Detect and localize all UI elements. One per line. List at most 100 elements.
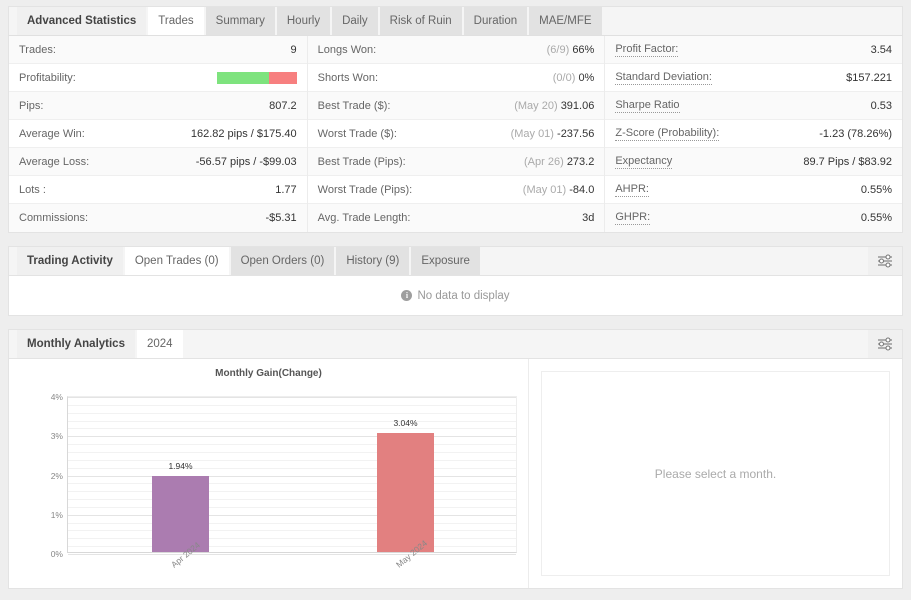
chart-gridline-minor	[68, 546, 516, 548]
chart-gridline-minor	[68, 428, 516, 430]
stats-row-label: Worst Trade (Pips):	[317, 183, 413, 196]
stats-row-value: 807.2	[269, 99, 297, 112]
stats-row: Worst Trade (Pips): (May 01) -84.0	[307, 176, 605, 204]
chart-y-tick-label: 4%	[50, 392, 63, 402]
stats-row-label[interactable]: AHPR:	[615, 183, 649, 197]
chart-bar[interactable]: 3.04%	[377, 418, 434, 552]
profitability-win-segment	[216, 71, 270, 84]
chart-y-tick-label: 0%	[50, 549, 63, 559]
stats-row: Profitability:	[9, 64, 307, 92]
chart-gridline-major	[68, 554, 516, 555]
stats-row-value-note: (0/0)	[552, 71, 579, 84]
stats-panel-title: Advanced Statistics	[17, 7, 147, 35]
stats-row-value: (Apr 26) 273.2	[524, 155, 595, 168]
stats-column-0: Trades: 9 Profitability: Pips: 807.2 Average …	[9, 36, 307, 232]
stats-tab-2[interactable]: Hourly	[276, 7, 331, 35]
chart-gridline-minor	[68, 420, 516, 422]
stats-grid: Trades: 9 Profitability: Pips: 807.2 Average …	[8, 36, 903, 233]
stats-row-value: -1.23 (78.26%)	[819, 127, 893, 140]
stats-row: Worst Trade ($): (May 01) -237.56	[307, 120, 605, 148]
chart-title: Monthly Gain(Change)	[215, 368, 322, 379]
chart-gridline-minor	[68, 522, 516, 524]
stats-row-label[interactable]: Profit Factor:	[615, 43, 679, 57]
stats-row: Longs Won: (6/9) 66%	[307, 36, 605, 64]
stats-row-label: Longs Won:	[317, 43, 377, 56]
stats-row: Average Loss: -56.57 pips / -$99.03	[9, 148, 307, 176]
stats-row: Pips: 807.2	[9, 92, 307, 120]
stats-row-value: 0.53	[870, 99, 893, 112]
stats-row-label[interactable]: Z-Score (Probability):	[615, 127, 720, 141]
stats-row: Lots : 1.77	[9, 176, 307, 204]
activity-body: i No data to display	[8, 276, 903, 316]
stats-row-label: Worst Trade ($):	[317, 127, 397, 140]
stats-row-label: Avg. Trade Length:	[317, 212, 411, 224]
stats-row-value-note: (May 20)	[514, 99, 561, 112]
stats-row-label: Commissions:	[19, 212, 89, 224]
monthly-body: Monthly Gain(Change) 0% 1% 2% 3% 4% 1.94% Apr …	[8, 359, 903, 589]
activity-tab-1[interactable]: Open Orders (0)	[230, 247, 335, 275]
page-root: Advanced Statistics Trades Summary Hourly D…	[0, 0, 911, 600]
stats-row-value: 9	[290, 43, 297, 56]
activity-settings-button[interactable]	[868, 247, 902, 275]
activity-panel-title: Trading Activity	[17, 247, 123, 275]
stats-tab-3[interactable]: Daily	[332, 7, 378, 35]
monthly-settings-button[interactable]	[868, 330, 902, 358]
chart-bar[interactable]: 1.94%	[152, 461, 209, 552]
stats-tab-0[interactable]: Trades	[148, 7, 204, 35]
chart-gridline-minor	[68, 451, 516, 453]
chart-bar-value-label: 3.04%	[393, 417, 418, 428]
stats-row: Z-Score (Probability): -1.23 (78.26%)	[605, 120, 903, 148]
activity-tab-2[interactable]: History (9)	[336, 247, 410, 275]
stats-row-label: Shorts Won:	[317, 71, 378, 84]
chart-gridline-minor	[68, 506, 516, 508]
chart-gridline-minor	[68, 491, 516, 493]
monthly-analytics-panel: Monthly Analytics 2024 Monthly Gain(Chan…	[0, 316, 911, 589]
stats-tab-6[interactable]: MAE/MFE	[529, 7, 602, 35]
stats-row-label: Average Win:	[19, 127, 85, 140]
stats-row: Profit Factor: 3.54	[605, 36, 903, 64]
chart-bar-value-label: 1.94%	[168, 460, 193, 471]
chart-gridline-minor	[68, 444, 516, 446]
stats-row: Shorts Won: (0/0) 0%	[307, 64, 605, 92]
stats-row-value: (May 01) -237.56	[510, 127, 595, 140]
activity-tab-0[interactable]: Open Trades (0)	[124, 247, 229, 275]
stats-tab-4[interactable]: Risk of Ruin	[379, 7, 462, 35]
stats-row-label[interactable]: Sharpe Ratio	[615, 99, 680, 113]
stats-row-value-note: (May 01)	[510, 127, 558, 140]
trading-activity-panel: Trading Activity Open Trades (0) Open Ord…	[0, 233, 911, 316]
stats-row-label: Lots :	[19, 183, 46, 196]
stats-row-label: Pips:	[19, 99, 44, 112]
chart-gridline-major	[68, 514, 516, 516]
stats-row: Trades: 9	[9, 36, 307, 64]
activity-empty-state: i No data to display	[401, 289, 510, 302]
stats-row-value-note: (6/9)	[546, 43, 573, 56]
stats-row: Commissions: -$5.31	[9, 204, 307, 232]
stats-row-label[interactable]: Standard Deviation:	[615, 71, 712, 85]
stats-row-label[interactable]: GHPR:	[615, 211, 651, 225]
stats-row-value: 0.55%	[860, 212, 893, 224]
profitability-bar	[216, 71, 297, 84]
stats-row: Standard Deviation: $157.221	[605, 64, 903, 92]
stats-row-value: 0.55%	[860, 183, 893, 196]
monthly-tabbar: Monthly Analytics 2024	[8, 329, 903, 359]
stats-row-value: $157.221	[846, 71, 893, 84]
stats-column-1: Longs Won: (6/9) 66% Shorts Won: (0/0) 0% Be…	[306, 36, 605, 232]
activity-empty-label: No data to display	[417, 289, 510, 302]
monthly-tab-0[interactable]: 2024	[136, 330, 183, 358]
chart-y-tick-label: 2%	[50, 470, 63, 481]
stats-row-label: Trades:	[19, 43, 56, 56]
stats-row-value: 162.82 pips / $175.40	[190, 127, 297, 140]
chart-gridline-minor	[68, 530, 516, 532]
stats-tab-1[interactable]: Summary	[205, 7, 275, 35]
stats-row: Average Win: 162.82 pips / $175.40	[9, 120, 307, 148]
stats-row-value: (May 01) -84.0	[522, 183, 595, 196]
stats-row-value: (May 20) 391.06	[514, 99, 595, 112]
monthly-panel-title: Monthly Analytics	[17, 330, 135, 358]
stats-row-label[interactable]: Expectancy	[615, 155, 673, 169]
activity-tab-3[interactable]: Exposure	[411, 247, 480, 275]
stats-row-label: Best Trade ($):	[317, 99, 391, 112]
chart-y-tick-label: 3%	[50, 431, 63, 442]
stats-row: Best Trade (Pips): (Apr 26) 273.2	[307, 148, 605, 176]
chart-plot-area: 0% 1% 2% 3% 4% 1.94% Apr 2024 3.04% May 2024	[51, 392, 517, 570]
stats-tab-5[interactable]: Duration	[463, 7, 528, 35]
